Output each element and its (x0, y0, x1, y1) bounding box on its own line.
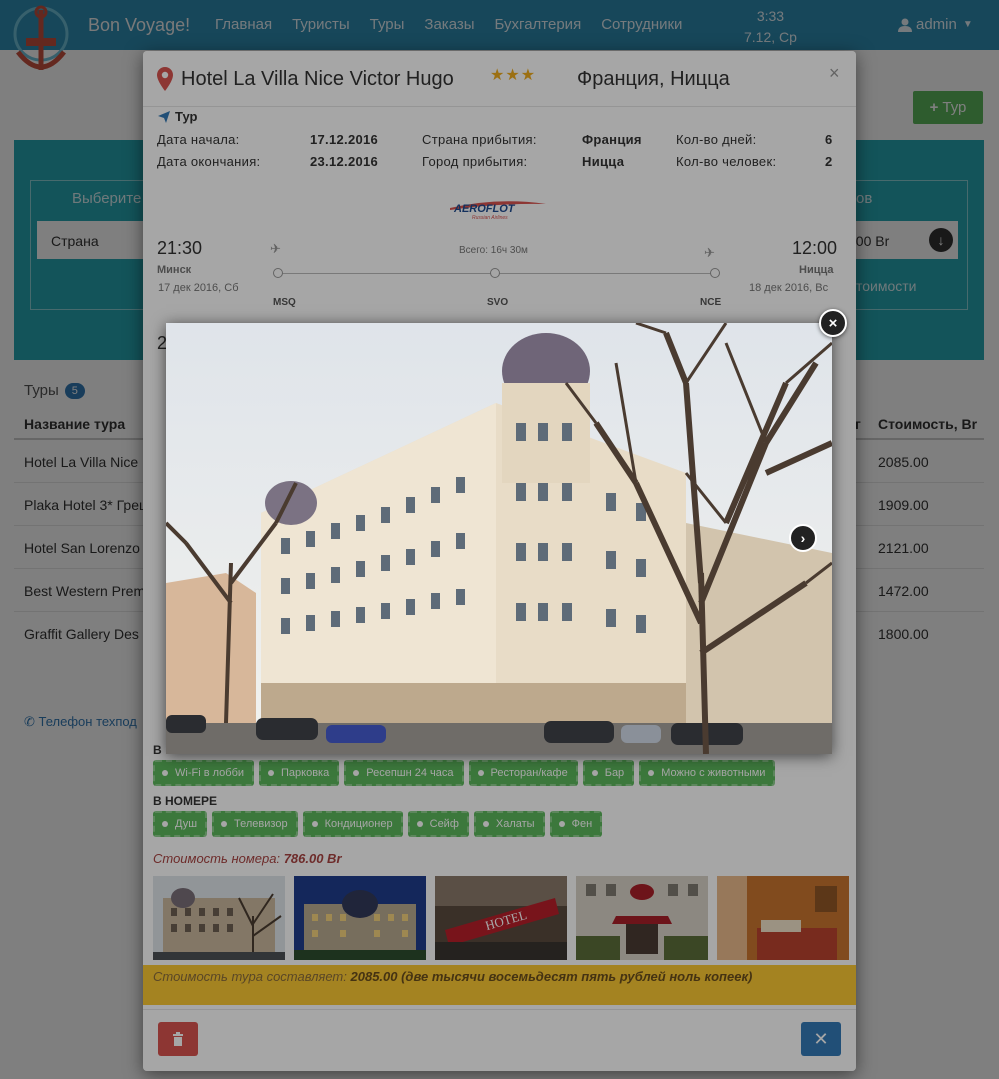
hotel-photo (166, 323, 832, 754)
lightbox-next-button[interactable]: › (789, 524, 817, 552)
photo-lightbox (166, 323, 832, 754)
lightbox-close-button[interactable]: × (819, 309, 847, 337)
